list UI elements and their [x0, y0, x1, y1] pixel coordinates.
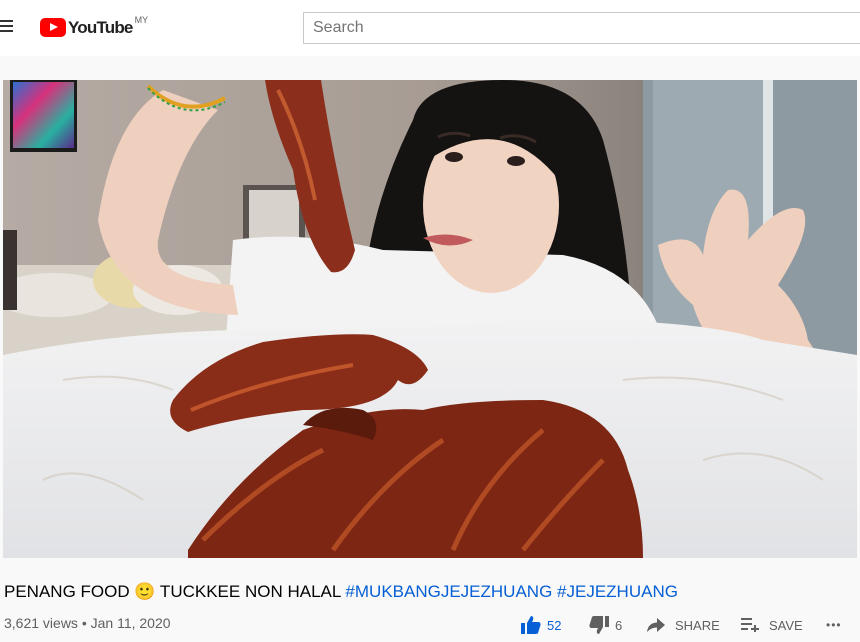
more-actions-button[interactable]: ••• [826, 618, 842, 632]
share-icon [647, 618, 665, 632]
title-text: PENANG FOOD 🙂 TUCKKEE NON HALAL [4, 582, 341, 601]
region-code: MY [134, 15, 149, 25]
video-frame [3, 80, 857, 558]
thumbs-up-icon [521, 616, 541, 634]
like-button[interactable]: 52 [521, 616, 561, 634]
video-title: PENANG FOOD 🙂 TUCKKEE NON HALAL #MUKBANG… [4, 582, 678, 602]
more-icon: ••• [826, 618, 842, 632]
add-to-playlist-icon [741, 618, 759, 632]
youtube-logo[interactable]: YouTube MY [40, 15, 149, 39]
search-input[interactable] [303, 12, 860, 44]
video-player[interactable] [3, 80, 857, 558]
share-button[interactable]: SHARE [647, 618, 720, 633]
logo-text: YouTube [68, 18, 133, 37]
save-button[interactable]: SAVE [741, 618, 803, 633]
youtube-play-icon [40, 18, 66, 37]
hashtag-link[interactable]: #JEJEZHUANG [557, 582, 678, 601]
action-bar: 52 6 SHARE SAVE ••• [0, 614, 860, 636]
hamburger-menu-icon[interactable] [0, 20, 14, 34]
top-bar: YouTube MY [0, 0, 860, 56]
dislike-count: 6 [615, 617, 623, 633]
hashtag-link[interactable]: #MUKBANGJEJEZHUANG [345, 582, 552, 601]
dislike-button[interactable]: 6 [589, 616, 622, 634]
like-count: 52 [547, 617, 562, 633]
save-label: SAVE [769, 617, 803, 633]
share-label: SHARE [675, 617, 720, 633]
thumbs-down-icon [589, 616, 609, 634]
